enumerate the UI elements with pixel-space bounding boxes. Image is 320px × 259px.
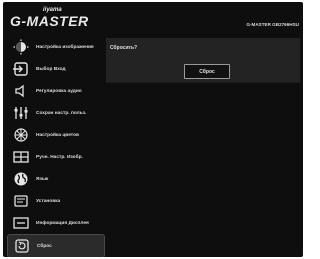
menu-label: Информация Дисплея <box>36 220 89 226</box>
brightness-icon <box>10 38 32 56</box>
menu-label: Настройка изображения <box>36 44 94 50</box>
reset-question: Сбросить? <box>110 45 138 51</box>
menu-item-input[interactable]: Выбор Вход <box>7 58 103 80</box>
reset-panel: Сбросить? Сброс <box>106 38 300 82</box>
menu-item-setup[interactable]: Установка <box>7 190 103 212</box>
speaker-icon <box>10 82 32 100</box>
color-icon <box>10 126 32 144</box>
setup-icon <box>10 192 32 210</box>
menu-label: Сброс <box>37 243 52 249</box>
input-icon <box>10 60 32 78</box>
model-name: G-MASTER GB2766HSU <box>246 22 299 27</box>
menu-label: Выбор Вход <box>36 66 66 72</box>
divider <box>106 82 300 83</box>
menu-item-color[interactable]: Настройка цветов <box>7 124 103 146</box>
menu-label: Регулировка аудио <box>36 88 82 94</box>
menu-label: Ручн. Настр. Изобр. <box>36 154 83 160</box>
menu-label: Язык <box>36 176 49 182</box>
menu-label: Настройка цветов <box>36 132 79 138</box>
reset-button[interactable]: Сброс <box>184 64 230 79</box>
layout-icon <box>10 148 32 166</box>
menu-label: Сохран настр. польз. <box>36 110 87 116</box>
sliders-icon <box>10 104 32 122</box>
brand-main: G-MASTER <box>10 13 89 29</box>
menu-item-manual-image[interactable]: Ручн. Настр. Изобр. <box>7 146 103 168</box>
globe-icon <box>10 170 32 188</box>
menu-item-audio[interactable]: Регулировка аудио <box>7 80 103 102</box>
menu-item-reset[interactable]: Сброс <box>7 234 105 257</box>
osd-window: iiyama G-MASTER G-MASTER GB2766HSU Настр… <box>3 2 303 257</box>
menu-item-display-info[interactable]: Информация Дисплея <box>7 212 103 234</box>
menu-label: Установка <box>36 198 61 204</box>
menu-item-user-settings[interactable]: Сохран настр. польз. <box>7 102 103 124</box>
menu-item-language[interactable]: Язык <box>7 168 103 190</box>
reset-icon <box>11 237 33 255</box>
sidebar-menu: Настройка изображения Выбор Вход Регулир… <box>7 36 105 257</box>
menu-item-picture[interactable]: Настройка изображения <box>7 36 103 58</box>
display-info-icon <box>10 214 32 232</box>
